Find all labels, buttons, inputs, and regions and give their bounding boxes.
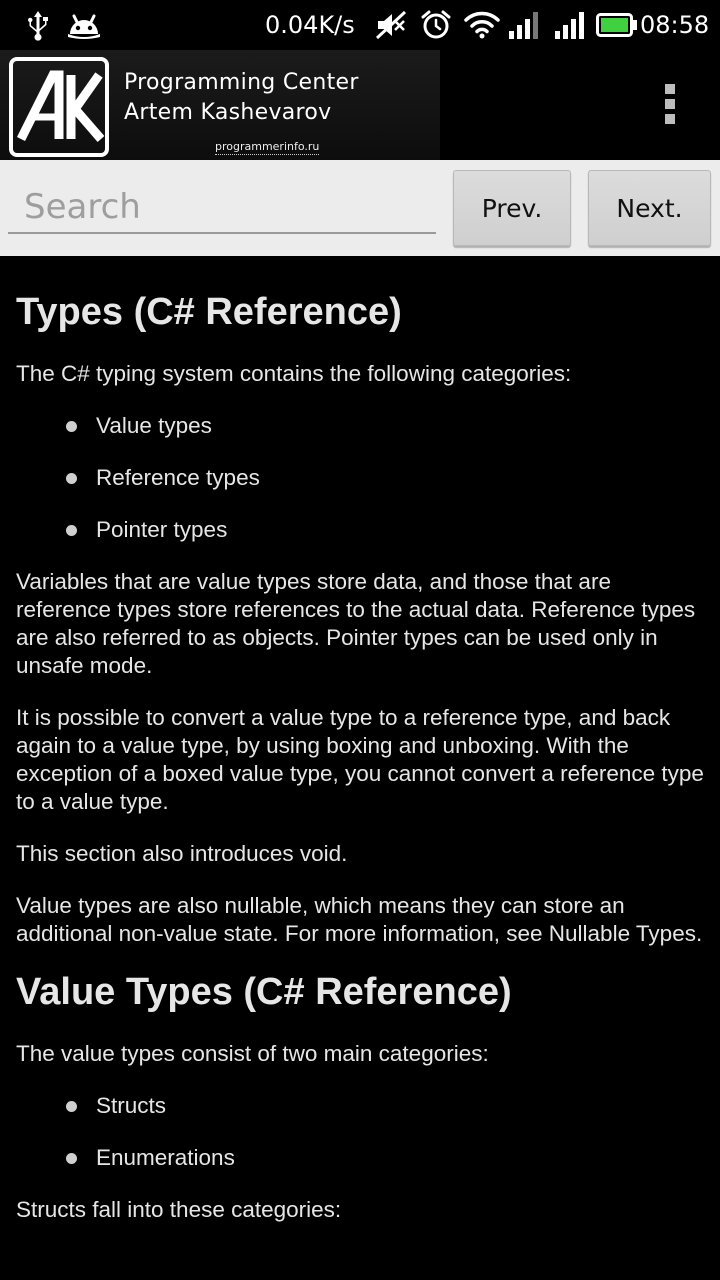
site-banner[interactable]: Programming Center Artem Kashevarov prog…: [0, 50, 440, 160]
categories-list: Value types Reference types Pointer type…: [16, 412, 704, 544]
paragraph: This section also introduces void.: [16, 841, 348, 866]
signal-icon-2: [552, 9, 586, 41]
paragraph: Structs fall into these categories:: [16, 1197, 342, 1222]
battery-icon: [596, 9, 638, 41]
heading-types: Types (C# Reference): [16, 291, 402, 333]
app-bar: Programming Center Artem Kashevarov prog…: [0, 50, 720, 160]
search-toolbar: Prev. Next.: [0, 160, 720, 256]
alarm-icon: [420, 9, 452, 41]
usb-icon: [22, 9, 54, 41]
banner-title: Programming Center: [124, 70, 359, 95]
list-item: Enumerations: [16, 1144, 704, 1172]
list-item: Structs: [16, 1092, 704, 1120]
next-button[interactable]: Next.: [588, 170, 711, 246]
list-item: Value types: [16, 412, 704, 440]
ak-logo: [9, 57, 109, 157]
banner-subtitle: Artem Kashevarov: [124, 100, 332, 125]
search-input[interactable]: [8, 182, 436, 234]
value-types-list: Structs Enumerations: [16, 1092, 704, 1172]
status-bar: 0.04K/s 08:58: [0, 0, 720, 50]
heading-value-types: Value Types (C# Reference): [16, 971, 512, 1013]
intro-paragraph: The C# typing system contains the follow…: [16, 361, 572, 386]
signal-icon: [506, 9, 540, 41]
network-speed: 0.04K/s: [265, 11, 355, 39]
android-icon: [64, 9, 104, 41]
list-item: Pointer types: [16, 516, 704, 544]
mute-icon: [374, 9, 408, 41]
banner-url: programmerinfo.ru: [215, 140, 320, 155]
intro-paragraph: The value types consist of two main cate…: [16, 1041, 489, 1066]
clock: 08:58: [640, 11, 710, 39]
list-item: Reference types: [16, 464, 704, 492]
wifi-icon: [464, 9, 500, 41]
prev-button[interactable]: Prev.: [453, 170, 571, 246]
paragraph: Value types are also nullable, which mea…: [16, 893, 703, 946]
overflow-menu-icon[interactable]: [655, 80, 685, 128]
paragraph: It is possible to convert a value type t…: [16, 705, 704, 814]
paragraph: Variables that are value types store dat…: [16, 569, 696, 678]
document-view[interactable]: Types (C# Reference) The C# typing syste…: [0, 256, 720, 1280]
